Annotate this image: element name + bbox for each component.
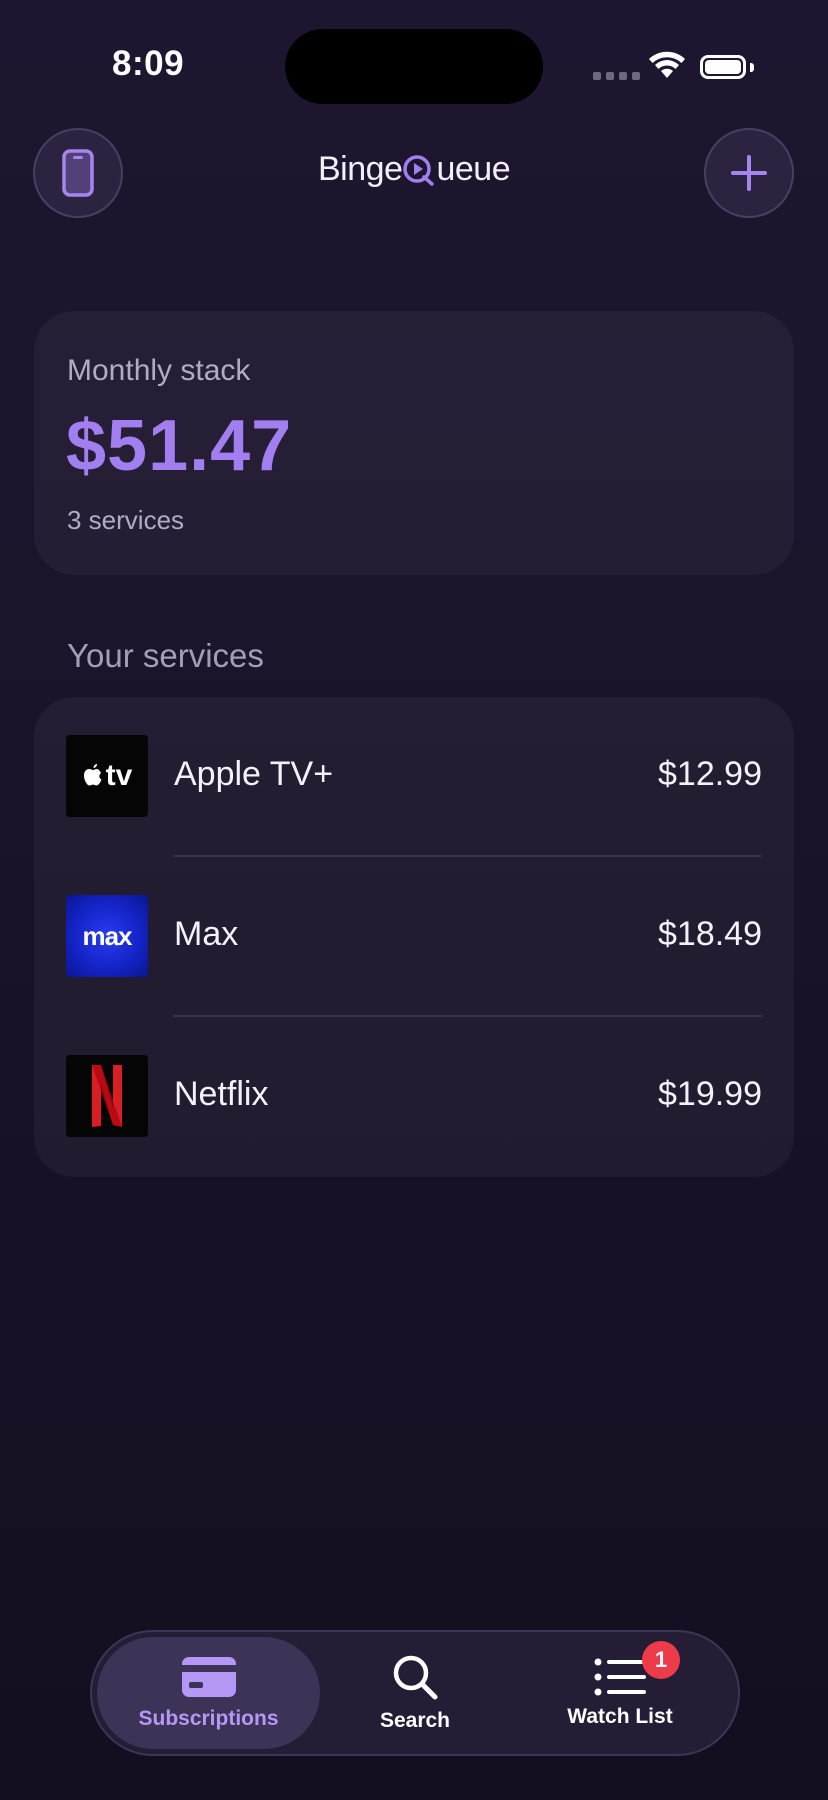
apple-tv-logo-text: tv — [105, 759, 133, 792]
max-logo: max — [66, 895, 148, 977]
apple-tv-logo: tv — [66, 735, 148, 817]
signal-icon — [593, 72, 640, 80]
credit-card-icon — [181, 1657, 236, 1697]
monthly-amount: $51.47 — [66, 406, 293, 486]
service-price: $12.99 — [658, 755, 762, 793]
service-name: Max — [174, 915, 239, 953]
service-row-netflix[interactable]: Netflix $19.99 — [34, 1017, 794, 1177]
plus-icon — [731, 155, 767, 191]
service-price: $18.49 — [658, 915, 762, 953]
wifi-icon — [648, 51, 686, 86]
max-logo-text: max — [82, 920, 132, 951]
search-icon — [393, 1655, 438, 1700]
status-time: 8:09 — [112, 44, 185, 83]
battery-icon — [700, 55, 746, 79]
service-price: $19.99 — [658, 1075, 762, 1113]
service-row-apple-tv[interactable]: tv Apple TV+ $12.99 — [34, 697, 794, 857]
watch-list-badge: 1 — [642, 1641, 680, 1679]
tab-subscriptions[interactable]: Subscriptions — [97, 1637, 320, 1749]
services-list: tv Apple TV+ $12.99 max Max $18.49 Netfl… — [34, 697, 794, 1177]
add-service-button[interactable] — [704, 128, 794, 218]
service-name: Apple TV+ — [174, 755, 334, 793]
services-section-title: Your services — [67, 637, 264, 674]
tab-label: Search — [379, 1709, 451, 1732]
monthly-label: Monthly stack — [67, 354, 251, 387]
tab-watch-list[interactable]: Watch List — [520, 1637, 720, 1749]
service-name: Netflix — [174, 1075, 269, 1113]
tab-label: Watch List — [567, 1705, 673, 1728]
logo-prefix: Binge — [318, 150, 403, 188]
logo-suffix: ueue — [436, 150, 511, 188]
tab-label: Subscriptions — [138, 1707, 279, 1730]
app-logo: Binge ueue — [318, 150, 511, 189]
device-button[interactable] — [33, 128, 123, 218]
phone-icon — [62, 149, 94, 197]
services-count: 3 services — [67, 505, 185, 535]
logo-q-play-icon — [402, 153, 436, 187]
battery-cap — [750, 63, 754, 72]
service-row-max[interactable]: max Max $18.49 — [34, 857, 794, 1017]
list-icon — [594, 1658, 646, 1696]
netflix-logo — [66, 1055, 148, 1137]
tab-search[interactable]: Search — [330, 1637, 500, 1749]
dynamic-island — [285, 29, 543, 104]
